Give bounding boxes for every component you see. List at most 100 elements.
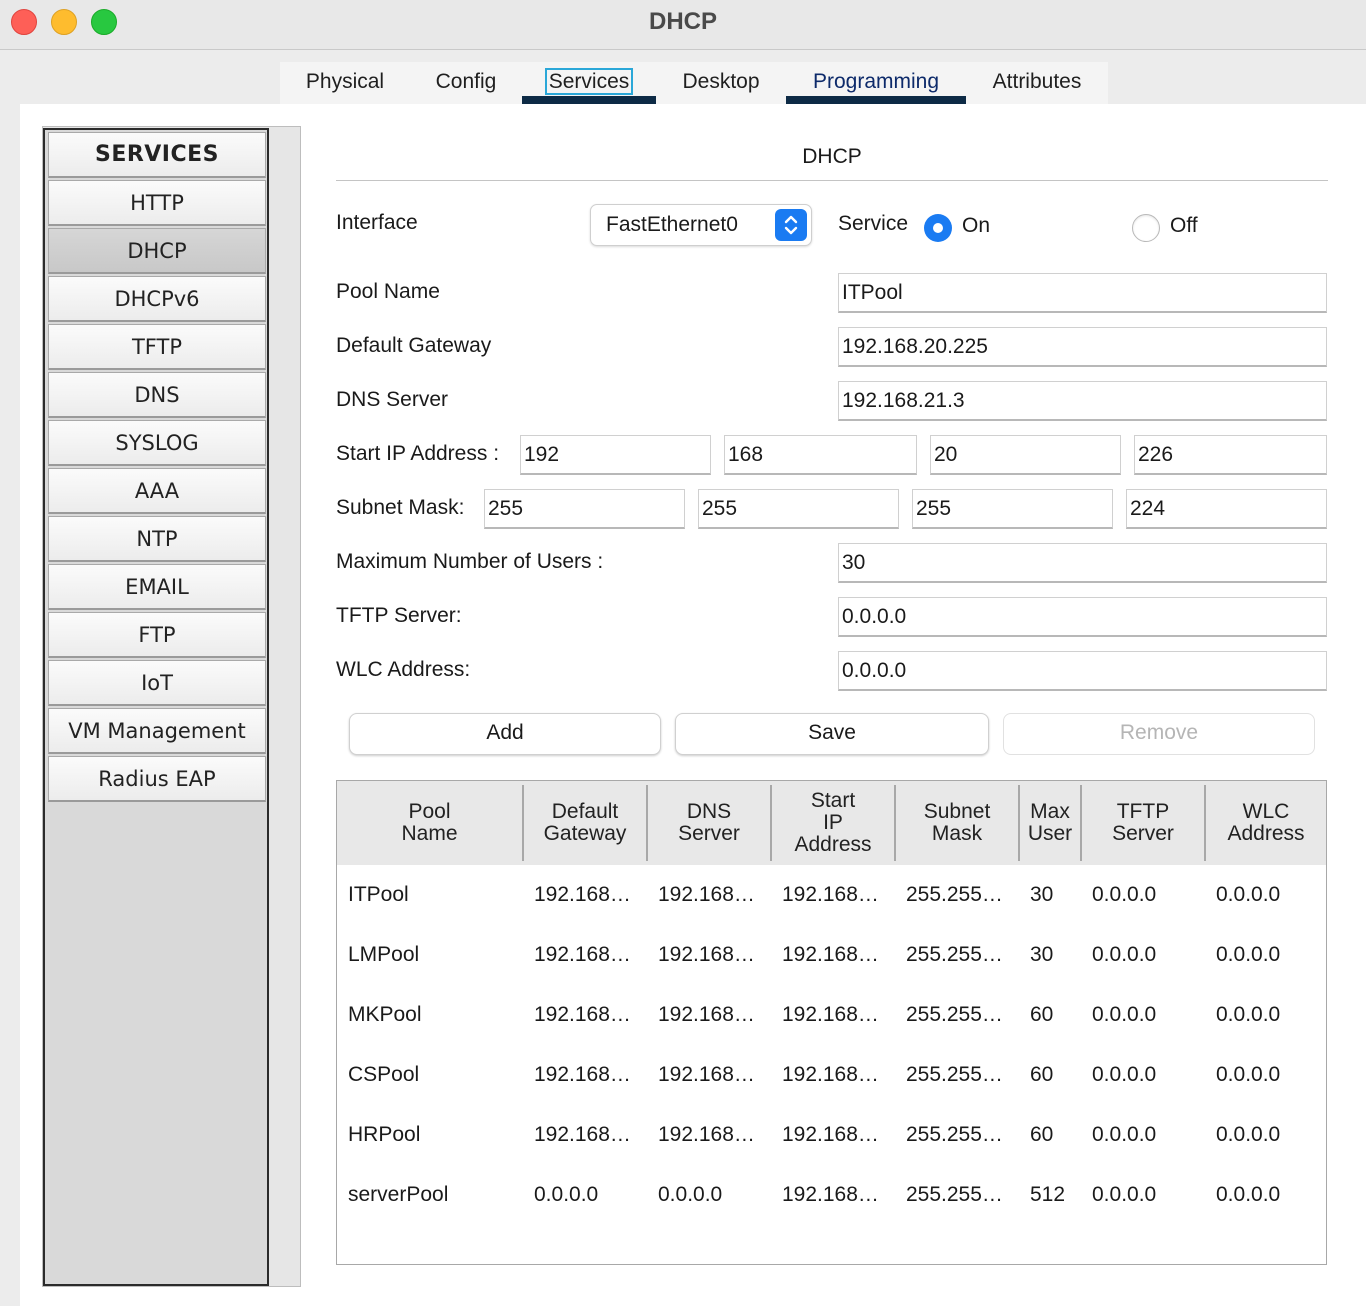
cell-pool-name: LMPool <box>348 943 420 966</box>
subnet-mask-octet-2[interactable]: 255 <box>698 489 899 529</box>
table-row[interactable]: CSPool 192.168… 192.168… 192.168… 255.255… 60… <box>337 1045 1326 1105</box>
cell-wlc-address: 0.0.0.0 <box>1216 1183 1281 1206</box>
column-header-wlc-address[interactable]: WLC Address <box>1206 785 1326 861</box>
start-ip-octet-1[interactable]: 192 <box>520 435 711 475</box>
interface-select[interactable]: FastEthernet0 <box>590 204 812 246</box>
cell-default-gateway: 192.168… <box>534 943 631 966</box>
cell-pool-name: ITPool <box>348 883 409 906</box>
cell-tftp-server: 0.0.0.0 <box>1092 1123 1157 1146</box>
column-header-pool-name[interactable]: Pool Name <box>337 785 524 861</box>
column-header-default-gateway[interactable]: Default Gateway <box>524 785 648 861</box>
cell-max-user: 512 <box>1030 1183 1066 1206</box>
default-gateway-input[interactable]: 192.168.20.225 <box>838 327 1327 367</box>
cell-dns-server: 192.168… <box>658 943 755 966</box>
subnet-mask-label: Subnet Mask: <box>336 496 465 519</box>
cell-start-ip: 192.168… <box>782 883 879 906</box>
start-ip-octet-3[interactable]: 20 <box>930 435 1121 475</box>
cell-start-ip: 192.168… <box>782 1063 879 1086</box>
cell-dns-server: 192.168… <box>658 1123 755 1146</box>
add-button[interactable]: Add <box>349 713 661 755</box>
tab-physical[interactable]: Physical <box>280 62 410 104</box>
cell-wlc-address: 0.0.0.0 <box>1216 1003 1281 1026</box>
cell-max-user: 30 <box>1030 943 1054 966</box>
sidebar-header: SERVICES <box>48 132 266 178</box>
cell-wlc-address: 0.0.0.0 <box>1216 1063 1281 1086</box>
sidebar-item-iot[interactable]: IoT <box>48 660 266 706</box>
sidebar-item-dhcpv6[interactable]: DHCPv6 <box>48 276 266 322</box>
column-header-subnet-mask[interactable]: Subnet Mask <box>896 785 1020 861</box>
cell-dns-server: 0.0.0.0 <box>658 1183 723 1206</box>
table-row[interactable]: MKPool 192.168… 192.168… 192.168… 255.255… 60… <box>337 985 1326 1045</box>
sidebar-item-ntp[interactable]: NTP <box>48 516 266 562</box>
cell-wlc-address: 0.0.0.0 <box>1216 943 1281 966</box>
sidebar-item-dns[interactable]: DNS <box>48 372 266 418</box>
dns-server-input[interactable]: 192.168.21.3 <box>838 381 1327 421</box>
sidebar-item-radius-eap[interactable]: Radius EAP <box>48 756 266 802</box>
cell-start-ip: 192.168… <box>782 1183 879 1206</box>
start-ip-label: Start IP Address : <box>336 442 500 465</box>
start-ip-octet-4[interactable]: 226 <box>1134 435 1327 475</box>
column-header-start-ip[interactable]: Start IP Address <box>772 785 896 861</box>
cell-start-ip: 192.168… <box>782 943 879 966</box>
tab-programming[interactable]: Programming <box>786 62 966 104</box>
cell-subnet-mask: 255.255… <box>906 1063 1003 1086</box>
tab-attributes[interactable]: Attributes <box>966 62 1108 104</box>
tab-config[interactable]: Config <box>410 62 522 104</box>
subnet-mask-octet-1[interactable]: 255 <box>484 489 685 529</box>
sidebar-item-tftp[interactable]: TFTP <box>48 324 266 370</box>
cell-tftp-server: 0.0.0.0 <box>1092 1063 1157 1086</box>
service-on-radio[interactable] <box>924 214 952 242</box>
cell-wlc-address: 0.0.0.0 <box>1216 883 1281 906</box>
cell-dns-server: 192.168… <box>658 883 755 906</box>
table-row[interactable]: ITPool 192.168… 192.168… 192.168… 255.255… 30… <box>337 865 1326 925</box>
cell-subnet-mask: 255.255… <box>906 883 1003 906</box>
table-row[interactable]: LMPool 192.168… 192.168… 192.168… 255.255… 30… <box>337 925 1326 985</box>
column-header-max-user[interactable]: Max User <box>1020 785 1082 861</box>
pool-name-input[interactable]: ITPool <box>838 273 1327 313</box>
remove-button[interactable]: Remove <box>1003 713 1315 755</box>
sidebar-item-email[interactable]: EMAIL <box>48 564 266 610</box>
tab-desktop[interactable]: Desktop <box>656 62 786 104</box>
sidebar-item-dhcp[interactable]: DHCP <box>48 228 266 274</box>
max-users-input[interactable]: 30 <box>838 543 1327 583</box>
service-off-radio[interactable] <box>1132 214 1160 242</box>
cell-wlc-address: 0.0.0.0 <box>1216 1123 1281 1146</box>
column-header-dns-server[interactable]: DNS Server <box>648 785 772 861</box>
cell-max-user: 30 <box>1030 883 1054 906</box>
cell-max-user: 60 <box>1030 1063 1054 1086</box>
section-title: DHCP <box>802 145 862 168</box>
table-header: Pool Name Default Gateway DNS Server Start I… <box>337 781 1326 865</box>
tab-services[interactable]: Services <box>522 62 656 104</box>
default-gateway-label: Default Gateway <box>336 334 492 357</box>
cell-tftp-server: 0.0.0.0 <box>1092 943 1157 966</box>
cell-default-gateway: 192.168… <box>534 883 631 906</box>
table-row[interactable]: HRPool 192.168… 192.168… 192.168… 255.255… 60… <box>337 1105 1326 1165</box>
tftp-server-input[interactable]: 0.0.0.0 <box>838 597 1327 637</box>
column-header-tftp-server[interactable]: TFTP Server <box>1082 785 1206 861</box>
sidebar-item-ftp[interactable]: FTP <box>48 612 266 658</box>
save-button[interactable]: Save <box>675 713 989 755</box>
cell-default-gateway: 0.0.0.0 <box>534 1183 599 1206</box>
pools-table: Pool Name Default Gateway DNS Server Start I… <box>336 780 1327 1265</box>
sidebar-item-http[interactable]: HTTP <box>48 180 266 226</box>
cell-subnet-mask: 255.255… <box>906 1003 1003 1026</box>
tab-bar: Physical Config Services Desktop Program… <box>280 62 1108 104</box>
start-ip-octet-2[interactable]: 168 <box>724 435 917 475</box>
cell-max-user: 60 <box>1030 1123 1054 1146</box>
subnet-mask-octet-4[interactable]: 224 <box>1126 489 1327 529</box>
table-row[interactable]: serverPool 0.0.0.0 0.0.0.0 192.168… 255.255…… <box>337 1165 1326 1225</box>
cell-default-gateway: 192.168… <box>534 1063 631 1086</box>
wlc-address-input[interactable]: 0.0.0.0 <box>838 651 1327 691</box>
cell-pool-name: HRPool <box>348 1123 421 1146</box>
subnet-mask-octet-3[interactable]: 255 <box>912 489 1113 529</box>
interface-label: Interface <box>336 211 418 234</box>
cell-pool-name: CSPool <box>348 1063 420 1086</box>
sidebar-item-vm-management[interactable]: VM Management <box>48 708 266 754</box>
service-on-label: On <box>962 214 991 237</box>
sidebar-item-syslog[interactable]: SYSLOG <box>48 420 266 466</box>
cell-tftp-server: 0.0.0.0 <box>1092 1183 1157 1206</box>
title-bar: DHCP <box>0 0 1366 50</box>
sidebar-item-aaa[interactable]: AAA <box>48 468 266 514</box>
section-divider <box>336 180 1328 181</box>
tftp-server-label: TFTP Server: <box>336 604 462 627</box>
